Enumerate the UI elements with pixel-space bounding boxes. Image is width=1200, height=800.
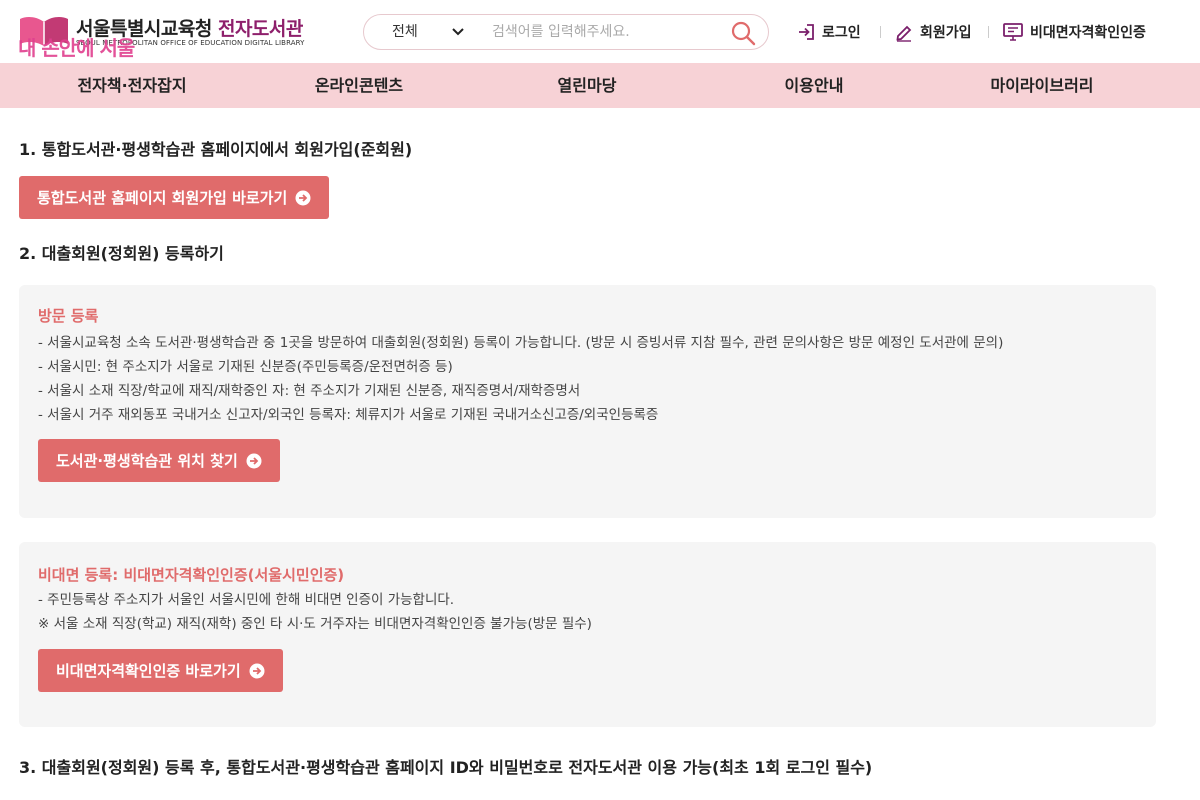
step2-heading: 2. 대출회원(정회원) 등록하기 <box>19 244 224 263</box>
signup-shortcut-label: 통합도서관 홈페이지 회원가입 바로가기 <box>37 189 288 207</box>
login-icon <box>799 24 814 40</box>
verify-link[interactable]: 비대면자격확인인증 <box>1002 20 1146 44</box>
remote-line: ※ 서울 소재 직장(학교) 재직(재학) 중인 타 시·도 거주자는 비대면자… <box>38 616 592 632</box>
visit-line: - 서울시 거주 재외동포 국내거소 신고자/외국인 등록자: 체류지가 서울로… <box>38 407 659 423</box>
visit-line: - 서울시 소재 직장/학교에 재직/재학중인 자: 현 주소지가 기재된 신분… <box>38 383 581 399</box>
remote-line: - 주민등록상 주소지가 서울인 서울시민에 한해 비대면 인증이 가능합니다. <box>38 592 455 608</box>
arrow-circle-right-icon <box>249 663 265 678</box>
signup-shortcut-button[interactable]: 통합도서관 홈페이지 회원가입 바로가기 <box>19 176 330 219</box>
step1-heading: 1. 통합도서관·평생학습관 홈페이지에서 회원가입(준회원) <box>19 140 413 159</box>
main-nav: 전자책·전자잡지 온라인콘텐츠 열린마당 이용안내 마이라이브러리 <box>0 63 1200 108</box>
divider <box>880 26 881 38</box>
search-scope-select[interactable]: 전체 <box>392 15 418 49</box>
nav-item-my-library[interactable]: 마이라이브러리 <box>942 63 1142 108</box>
remote-verify-label: 비대면자격확인인증 바로가기 <box>56 662 241 680</box>
remote-registration-box: 비대면 등록: 비대면자격확인인증(서울시민인증) - 주민등록상 주소지가 서… <box>19 542 1156 727</box>
login-link[interactable]: 로그인 <box>796 20 861 44</box>
arrow-circle-right-icon <box>295 190 311 205</box>
nav-item-guide[interactable]: 이용안내 <box>714 63 914 108</box>
remote-verify-button[interactable]: 비대면자격확인인증 바로가기 <box>38 649 283 692</box>
find-library-label: 도서관·평생학습관 위치 찾기 <box>56 452 238 470</box>
visit-line: - 서울시민: 현 주소지가 서울로 기재된 신분증(주민등록증/운전면허증 등… <box>38 359 453 375</box>
monitor-icon <box>1003 23 1023 41</box>
nav-item-ebooks[interactable]: 전자책·전자잡지 <box>32 63 232 108</box>
site-logo[interactable]: 서울특별시교육청 전자도서관 SEOUL METROPOLITAN OFFICE… <box>16 10 316 60</box>
search-bar: 전체 <box>363 14 769 50</box>
verify-label: 비대면자격확인인증 <box>1030 25 1146 41</box>
pencil-icon <box>896 25 912 42</box>
signup-label: 회원가입 <box>920 25 972 41</box>
login-label: 로그인 <box>822 25 861 41</box>
nav-item-open-forum[interactable]: 열린마당 <box>487 63 687 108</box>
visit-line: - 서울시교육청 소속 도서관·평생학습관 중 1곳을 방문하여 대출회원(정회… <box>38 335 1004 351</box>
visit-title: 방문 등록 <box>38 307 99 325</box>
remote-title: 비대면 등록: 비대면자격확인인증(서울시민인증) <box>38 566 345 584</box>
visit-registration-box: 방문 등록 - 서울시교육청 소속 도서관·평생학습관 중 1곳을 방문하여 대… <box>19 285 1156 518</box>
nav-item-online-content[interactable]: 온라인콘텐츠 <box>259 63 459 108</box>
chevron-down-icon[interactable] <box>450 24 466 40</box>
find-library-button[interactable]: 도서관·평생학습관 위치 찾기 <box>38 439 280 482</box>
search-icon[interactable] <box>730 20 756 46</box>
search-input[interactable] <box>492 20 712 44</box>
header: 서울특별시교육청 전자도서관 SEOUL METROPOLITAN OFFICE… <box>0 0 1200 63</box>
logo-overlay-text: 내 손안에 서울 <box>18 36 135 60</box>
divider <box>988 26 989 38</box>
signup-link[interactable]: 회원가입 <box>894 20 972 44</box>
step3-heading: 3. 대출회원(정회원) 등록 후, 통합도서관·평생학습관 홈페이지 ID와 … <box>19 758 873 777</box>
arrow-circle-right-icon <box>246 453 262 468</box>
